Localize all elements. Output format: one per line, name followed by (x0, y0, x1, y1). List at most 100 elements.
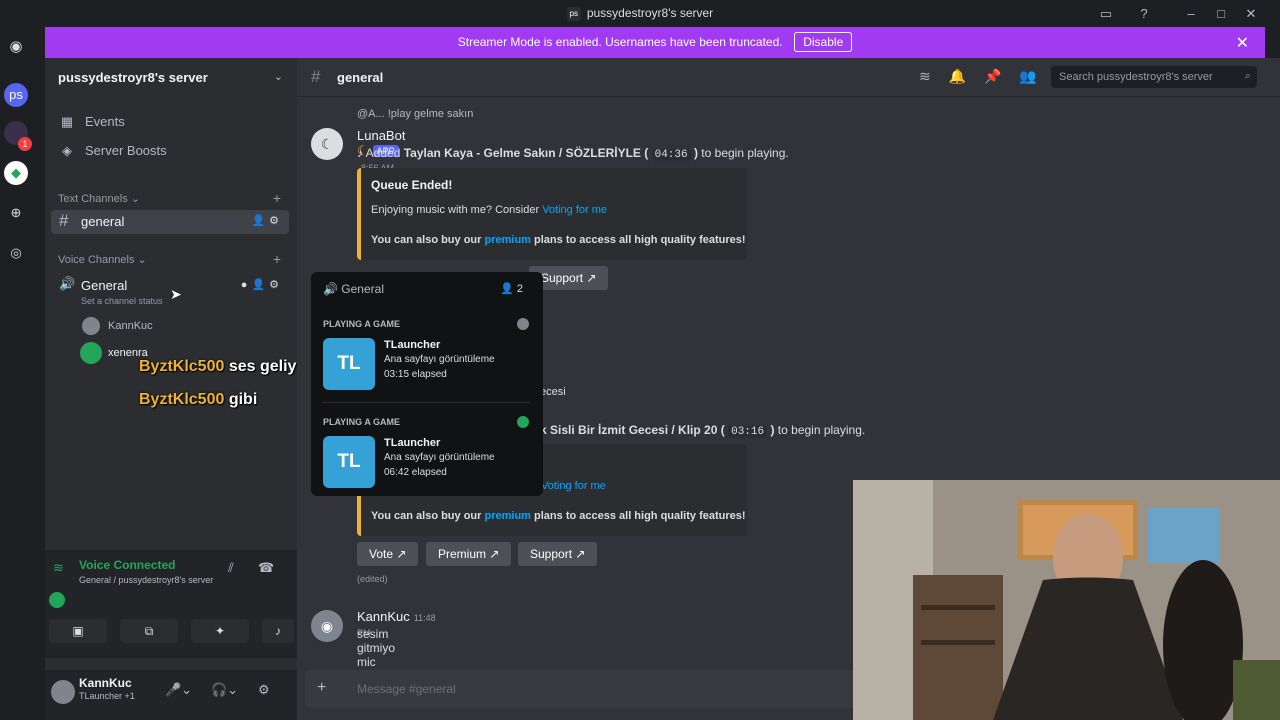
game-elapsed: 03:15 elapsed (384, 369, 447, 380)
channel-status[interactable]: Set a channel status (81, 296, 163, 306)
discord-home-icon[interactable]: ◉ (4, 35, 28, 59)
members-icon: 👤 (500, 283, 514, 295)
speaker-icon: 🔊 (59, 276, 76, 291)
embed-vote-line: Enjoying music with me? Consider Voting … (371, 204, 608, 216)
close-window-icon[interactable]: ✕ (1240, 4, 1262, 24)
support-button-2[interactable]: Support ↗ (518, 542, 598, 566)
threads-icon[interactable]: ≋ (919, 68, 931, 84)
camera-button[interactable]: ▣ (49, 619, 107, 643)
bell-icon[interactable]: 🔔 (949, 68, 966, 84)
window-titlebar: ps pussydestroyr8's server ▭ ? – □ ✕ (0, 0, 1280, 27)
add-text-channel-icon[interactable]: + (273, 190, 281, 206)
window-title: ps pussydestroyr8's server (0, 6, 1280, 21)
signal-icon[interactable]: ≋ (53, 560, 64, 576)
bot-avatar[interactable]: ☾ (311, 128, 343, 160)
server-boosts-item[interactable]: ◈ Server Boosts (59, 143, 167, 159)
noise-suppression-icon[interactable]: ⫽ (228, 560, 234, 576)
embed-title: Queue Ended! (371, 178, 453, 192)
avatar[interactable] (49, 592, 65, 608)
header-actions[interactable]: ≋ 🔔 📌 👥 (919, 68, 1037, 85)
voice-status: Voice Connected (79, 558, 176, 572)
discover-icon[interactable]: ◎ (4, 241, 28, 265)
server-icon-ps[interactable]: ps (4, 83, 28, 107)
partial-reply-text: ecesi (540, 386, 566, 398)
overlay-chat-line: ByztKlc500 gibi (139, 391, 258, 408)
reply-preview[interactable]: @A... !play gelme sakın (357, 108, 473, 120)
add-voice-channel-icon[interactable]: + (273, 251, 281, 267)
user-panel: KannKuc TLauncher +1 🎤⌄ 🎧⌄ ⚙ (45, 670, 297, 720)
embed-queue-ended: Queue Ended! Enjoying music with me? Con… (357, 168, 747, 260)
channel-sidebar: pussydestroyr8's server ⌄ ▦ Events ◈ Serve… (45, 58, 297, 720)
channel-header: # general ≋ 🔔 📌 👥 Search pussydestroyr8'… (297, 58, 1280, 97)
webcam-overlay (853, 480, 1280, 720)
voice-user-xenenra[interactable]: xenenra (82, 344, 148, 362)
streamer-mode-banner: Streamer Mode is enabled. Usernames have… (45, 27, 1265, 58)
voice-panel: ≋ Voice Connected General / pussydestroy… (45, 550, 297, 658)
members-icon[interactable]: 👥 (1019, 68, 1036, 84)
channel-general-text[interactable]: # general 👤⚙ (51, 210, 289, 234)
premium-link[interactable]: premium (485, 510, 531, 522)
tlauncher-icon: TL (323, 338, 375, 390)
hash-icon: # (311, 67, 321, 86)
add-attachment-icon[interactable]: + (317, 679, 326, 697)
soundboard-button[interactable]: ♪ (262, 619, 294, 643)
voice-channels-category[interactable]: Voice Channels ⌄ (58, 253, 147, 266)
user-status: TLauncher +1 (79, 691, 135, 701)
headphones-icon[interactable]: 🎧⌄ (211, 682, 238, 698)
premium-button[interactable]: Premium ↗ (426, 542, 512, 566)
bot-message-text-2: k Sisli Bir İzmit Gecesi / Klip 20 ( 03:… (540, 423, 866, 438)
overlay-chat-line: ByztKlc500 ses geliyor (139, 358, 313, 375)
disconnect-icon[interactable]: ☎ (258, 560, 274, 576)
screen-share-icon[interactable]: ▭ (1095, 4, 1117, 24)
settings-gear-icon[interactable]: ⚙ (258, 682, 270, 698)
activity-label: PLAYING A GAME (323, 319, 401, 329)
minimize-icon[interactable]: – (1180, 4, 1202, 24)
microphone-icon[interactable]: 🎤⌄ (165, 682, 192, 698)
disable-button[interactable]: Disable (794, 32, 853, 52)
voice-channel-actions-icons[interactable]: ●👤⚙ (241, 278, 283, 291)
text-channels-category[interactable]: Text Channels ⌄ (58, 192, 140, 205)
add-server-icon[interactable]: ⊕ (4, 201, 28, 225)
game-name: TLauncher (384, 437, 441, 449)
vote-link-partial[interactable]: Voting for me (541, 480, 606, 492)
search-input[interactable]: Search pussydestroyr8's server ⌕ (1051, 66, 1257, 88)
events-item[interactable]: ▦ Events (59, 114, 125, 130)
pin-icon[interactable]: 📌 (984, 68, 1001, 84)
banner-close-icon[interactable]: ✕ (1236, 33, 1249, 53)
vote-button[interactable]: Vote ↗ (357, 542, 419, 566)
server-icon-3[interactable]: ◆ (4, 161, 28, 185)
notification-badge: 1 (18, 137, 32, 151)
hash-icon: # (59, 211, 69, 230)
bot-message-text: ♪ Added Taylan Kaya - Gelme Sakın / SÖZL… (357, 146, 789, 161)
user-avatar-icon[interactable] (517, 416, 529, 428)
webcam-image (853, 480, 1280, 720)
avatar (82, 344, 100, 362)
discord-avatar-icon[interactable]: ◉ (311, 610, 343, 642)
maximize-icon[interactable]: □ (1210, 4, 1232, 24)
voice-user-kannkuc[interactable]: KannKuc (82, 317, 153, 335)
activities-button[interactable]: ✦ (191, 619, 249, 643)
avatar (82, 317, 100, 335)
channel-actions-icons[interactable]: 👤⚙ (251, 214, 283, 227)
screen-share-button[interactable]: ⧉ (120, 619, 178, 643)
voice-activity-popup: 🔊 General 👤 2 PLAYING A GAME TL TLaunche… (311, 272, 543, 496)
voice-location[interactable]: General / pussydestroyr8's server (79, 575, 213, 585)
embed-premium-line: You can also buy our premium plans to ac… (371, 234, 746, 246)
premium-link[interactable]: premium (485, 234, 531, 246)
user-avatar-icon[interactable] (517, 318, 529, 330)
boost-icon: ◈ (62, 143, 72, 158)
help-icon[interactable]: ? (1133, 4, 1155, 24)
avatar[interactable] (51, 680, 75, 704)
channel-title: general (337, 70, 384, 85)
username[interactable]: KannKuc (79, 676, 132, 690)
search-icon: ⌕ (1244, 70, 1251, 82)
server-name[interactable]: pussydestroyr8's server (58, 70, 208, 85)
game-detail: Ana sayfayı görüntüleme (384, 452, 495, 463)
server-icon: ps (566, 7, 581, 21)
game-name: TLauncher (384, 339, 441, 351)
vote-link[interactable]: Voting for me (542, 204, 607, 216)
edited-label: (edited) (357, 574, 388, 584)
embed-premium-line: You can also buy our premium plans to ac… (371, 510, 746, 522)
speaker-icon: 🔊 (323, 282, 338, 296)
chevron-down-icon[interactable]: ⌄ (274, 70, 283, 83)
